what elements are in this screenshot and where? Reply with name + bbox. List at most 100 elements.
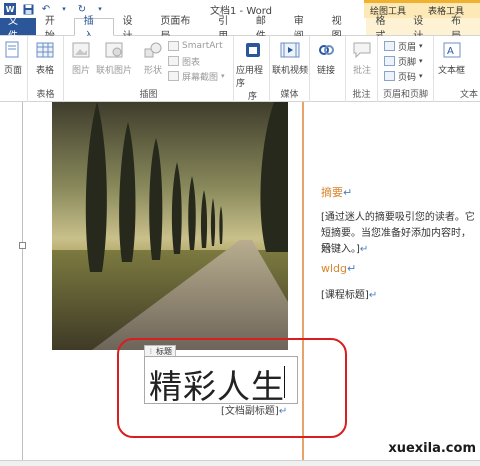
comment-button[interactable]: 批注 [351, 40, 373, 76]
footer-dropdown-icon: ▾ [419, 57, 423, 65]
abstract-line-3[interactable]: 始键入。]↵ [321, 240, 368, 255]
group-media: 联机视频 媒体 [270, 36, 310, 102]
content-control-handle-icon: ⋮ [148, 347, 154, 355]
title-content-control[interactable]: 精彩人生 [144, 356, 298, 406]
tab-references[interactable]: 引用 [209, 16, 247, 42]
picture-icon [70, 40, 92, 60]
document-subtitle[interactable]: [文档副标题]↵ [221, 402, 287, 417]
group-illustrations: 图片 联机图片 形状 SmartArt 图表 屏幕截图 ▾ 插图 [64, 36, 234, 102]
pages-icon [2, 40, 24, 60]
group-tables: 表格 表格 [28, 36, 64, 102]
online-video-button[interactable]: 联机视频 [272, 40, 308, 76]
paragraph-mark-icon: ↵ [343, 186, 353, 199]
apps-store-icon [242, 40, 264, 60]
page-number-label: 页码 [398, 72, 417, 83]
document-title[interactable]: 精彩人生 [149, 360, 285, 408]
abstract-line-1[interactable]: [通过迷人的摘要吸引您的读者。它 [321, 208, 475, 223]
apps-label: 应用程序 [236, 66, 264, 89]
header-dropdown-icon: ▾ [419, 42, 423, 50]
group-media-label: 媒体 [280, 90, 299, 100]
document-canvas[interactable]: 摘要↵ [通过迷人的摘要吸引您的读者。它 短摘要。当您准备好添加内容时，只 始键… [0, 102, 480, 460]
tab-table-design[interactable]: 设计 [404, 16, 443, 42]
apps-sub-label: 序 [247, 92, 257, 102]
screenshot-dropdown-icon: ▾ [221, 72, 225, 80]
link-icon [315, 40, 337, 60]
chart-icon [168, 56, 179, 66]
group-text-label: 文本 [459, 90, 478, 100]
chart-button[interactable]: 图表 [168, 54, 200, 68]
group-pages: 页面 [0, 36, 28, 102]
tab-table-layout[interactable]: 布局 [442, 16, 480, 42]
status-bar [0, 460, 480, 466]
title-bar: W ↶ ▾ ↻ ▾ 文档1 - Word 绘图工具 表格工具 [0, 0, 480, 18]
group-text: A 文本框 文本 [434, 36, 480, 102]
table-button[interactable]: 表格 [34, 40, 56, 76]
tab-format[interactable]: 格式 [366, 16, 405, 42]
screenshot-label: 屏幕截图 [182, 72, 219, 83]
abstract-heading[interactable]: 摘要↵ [321, 184, 352, 200]
tab-file[interactable]: 文件 [0, 16, 36, 42]
group-tables-label: 表格 [36, 90, 55, 100]
group-apps: 应用程序 序 [234, 36, 270, 102]
paragraph-mark-icon: ↵ [359, 244, 369, 255]
online-picture-icon [103, 40, 125, 60]
online-picture-label: 联机图片 [96, 66, 133, 76]
group-comments: 批注 批注 [346, 36, 378, 102]
cover-photo[interactable] [52, 102, 288, 350]
footer-icon [384, 56, 395, 66]
header-label: 页眉 [398, 42, 417, 53]
paragraph-mark-icon: ↵ [347, 262, 357, 275]
screenshot-button[interactable]: 屏幕截图 ▾ [168, 69, 225, 83]
shapes-label: 形状 [143, 66, 162, 76]
title-tag-label: 标题 [156, 346, 172, 356]
page-number-icon [384, 71, 395, 81]
shapes-icon [142, 40, 164, 60]
group-header-footer: 页眉 ▾ 页脚 ▾ 页码 ▾ 页眉和页脚 [378, 36, 434, 102]
ribbon-insert: 页面 表格 表格 图片 联机图片 形状 SmartArt 图表 屏幕截图 ▾ 插… [0, 36, 480, 102]
course-title-field[interactable]: [课程标题]↵ [321, 286, 377, 301]
comment-icon [351, 40, 373, 60]
screenshot-icon [168, 71, 179, 81]
online-picture-button[interactable]: 联机图片 [96, 40, 132, 76]
apps-button[interactable]: 应用程序 序 [236, 40, 269, 102]
smartart-label: SmartArt [182, 41, 223, 51]
tab-home[interactable]: 开始 [36, 16, 74, 42]
table-icon [34, 40, 56, 60]
tab-insert[interactable]: 插入 [73, 16, 114, 42]
group-links: 链接 [310, 36, 346, 102]
site-watermark: xuexila.com [388, 441, 476, 456]
text-cursor [284, 366, 285, 398]
page-number-button[interactable]: 页码 ▾ [384, 69, 423, 83]
chart-label: 图表 [182, 57, 201, 68]
ribbon-tabs: 文件 开始 插入 设计 页面布局 引用 邮件 审阅 视图 格式 设计 布局 [0, 16, 480, 42]
textbox-label: 文本框 [438, 66, 466, 76]
table-label: 表格 [35, 66, 54, 76]
online-video-icon [279, 40, 301, 60]
picture-button[interactable]: 图片 [70, 40, 92, 76]
tab-page-layout[interactable]: 页面布局 [151, 16, 209, 42]
textbox-button[interactable]: A 文本框 [438, 40, 465, 76]
group-comments-label: 批注 [352, 90, 371, 100]
tab-review[interactable]: 审阅 [285, 16, 323, 42]
links-button[interactable]: 链接 [315, 40, 337, 76]
group-illustrations-label: 插图 [139, 90, 158, 100]
group-header-footer-label: 页眉和页脚 [382, 90, 428, 100]
links-label: 链接 [316, 66, 335, 76]
page-margin-line [22, 102, 23, 460]
picture-label: 图片 [71, 66, 90, 76]
resize-handle[interactable] [19, 242, 26, 249]
footer-button[interactable]: 页脚 ▾ [384, 54, 423, 68]
header-button[interactable]: 页眉 ▾ [384, 39, 423, 53]
pages-label: 页面 [3, 66, 22, 76]
smartart-button[interactable]: SmartArt [168, 39, 223, 53]
pages-button[interactable]: 页面 [2, 40, 24, 76]
author-field[interactable]: wldg↵ [321, 262, 356, 275]
shapes-button[interactable]: 形状 [142, 40, 164, 76]
online-video-label: 联机视频 [272, 66, 309, 76]
footer-label: 页脚 [398, 57, 417, 68]
tab-mailings[interactable]: 邮件 [247, 16, 285, 42]
paragraph-mark-icon: ↵ [278, 406, 288, 417]
tab-view[interactable]: 视图 [323, 16, 361, 42]
comment-label: 批注 [352, 66, 371, 76]
tab-design[interactable]: 设计 [114, 16, 152, 42]
